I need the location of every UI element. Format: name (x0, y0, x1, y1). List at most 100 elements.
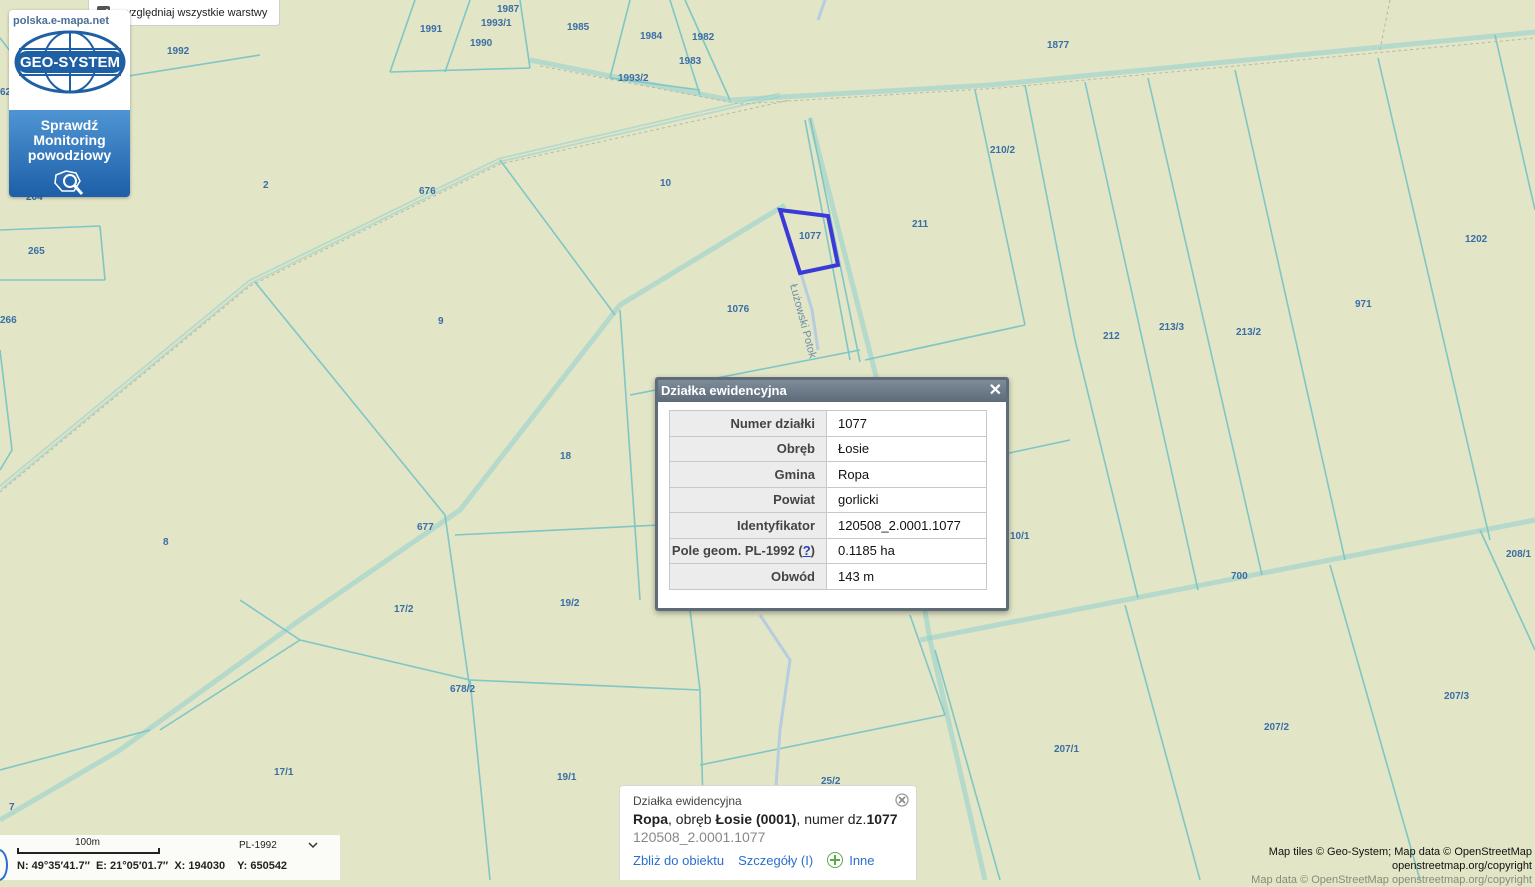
table-row: Powiat gorlicki (669, 486, 987, 513)
parcel-label: 211 (912, 219, 929, 230)
flood-line-1: Sprawdź (40, 117, 99, 133)
attr-key: Obwód (669, 563, 827, 590)
cursor-coordinates: N: 49°35′41.7″ E: 21°05′01.7″ X: 194030 … (17, 860, 288, 872)
parcel-label: 678/2 (450, 684, 475, 695)
projection-select[interactable]: PL-1992 (239, 840, 277, 851)
parcel-label: 17/1 (274, 767, 294, 778)
attr-value: Łosie (826, 435, 987, 462)
area-help-link[interactable]: ? (803, 543, 811, 558)
attr-value: 0.1185 ha (826, 537, 987, 564)
chevron-down-icon[interactable] (308, 840, 318, 850)
scale-coordinates-bar: 100m PL-1992 N: 49°35′41.7″ E: 21°05′01.… (0, 835, 340, 881)
parcel-label: 208/1 (1506, 549, 1531, 560)
parcel-label: 7 (9, 802, 15, 813)
flood-line-2: Monitoring (33, 132, 106, 148)
other-link[interactable]: Inne (849, 853, 874, 868)
parcel-label: 212 (1103, 331, 1120, 342)
parcel-label: 213/3 (1159, 322, 1184, 333)
parcel-label: 1076 (727, 304, 750, 315)
parcel-label: 971 (1355, 299, 1372, 310)
info-numer: 1077 (866, 811, 898, 827)
attr-value: 143 m (826, 563, 987, 590)
parcel-label: 676 (419, 186, 436, 197)
parcel-label: 10/1 (1010, 531, 1030, 542)
parcel-label: 1993/1 (481, 18, 512, 29)
parcel-label: 8 (163, 537, 169, 548)
table-row: Numer działki 1077 (669, 410, 987, 437)
attr-value: gorlicki (826, 486, 987, 513)
parcel-label: 1990 (470, 38, 493, 49)
attr-key-text: Pole geom. PL-1992 (671, 543, 795, 559)
info-close-icon[interactable] (895, 793, 909, 807)
location-icon[interactable] (0, 849, 8, 881)
details-link[interactable]: Szczegóły (I) (738, 853, 813, 868)
parcel-info-dialog: Działka ewidencyjna ✕ Numer działki 1077 … (655, 377, 1009, 611)
parcel-label: 1984 (640, 31, 663, 42)
attr-key: Gmina (669, 461, 827, 488)
parcel-label: 17/2 (394, 604, 414, 615)
parcel-label: 2 (263, 180, 269, 191)
geo-system-logo-panel[interactable]: polska.e-mapa.net GEO-SYSTEM Sprawdź Mon… (9, 10, 130, 197)
info-gmina: Ropa (633, 811, 668, 827)
brand-text: GEO-SYSTEM (19, 54, 119, 71)
parcel-label: 207/1 (1054, 744, 1079, 755)
parcel-label: 207/3 (1444, 691, 1469, 702)
info-links: Zbliż do obiektu Szczegóły (I) Inne (633, 852, 903, 868)
scale-bar (17, 848, 160, 854)
info-identifier: 120508_2.0001.1077 (633, 829, 766, 845)
parcel-label: 1077 (799, 231, 822, 242)
attribution-line-1: Map tiles © Geo-System; Map data © OpenS… (1268, 846, 1532, 858)
attr-key-area: Pole geom. PL-1992 (?) (669, 537, 827, 564)
parcel-label: 266 (0, 315, 17, 326)
dialog-title: Działka ewidencyjna (661, 383, 787, 398)
parcel-label: 1991 (420, 24, 443, 35)
parcel-label: 677 (417, 522, 434, 533)
parcel-attributes-table: Numer działki 1077 Obręb Łosie Gmina Ropa P… (669, 410, 987, 590)
attribution-ghost: Map data © OpenStreetMap openstreetmap.o… (1251, 874, 1532, 886)
plus-icon[interactable] (827, 852, 844, 868)
parcel-label: 1983 (679, 56, 702, 67)
attr-key: Identyfikator (669, 512, 827, 539)
attr-key: Powiat (669, 486, 827, 513)
dialog-titlebar[interactable]: Działka ewidencyjna ✕ (658, 380, 1006, 402)
attr-value: Ropa (826, 461, 987, 488)
all-layers-label: uwzględniaj wszystkie warstwy (117, 6, 268, 19)
flood-line-3: powodziowy (27, 147, 112, 163)
zoom-to-object-link[interactable]: Zbliż do obiektu (633, 853, 724, 868)
parcel-label: 1202 (1465, 234, 1488, 245)
parcel-label: 18 (560, 451, 572, 462)
attr-key: Numer działki (669, 410, 827, 437)
parcel-label: 700 (1231, 571, 1248, 582)
table-row: Gmina Ropa (669, 461, 987, 488)
parcel-label: 10 (660, 178, 672, 189)
parcel-label: 207/2 (1264, 722, 1289, 733)
info-numer-text: , numer dz. (796, 811, 867, 827)
site-name: polska.e-mapa.net (13, 15, 109, 27)
parcel-label: 9 (438, 316, 444, 327)
attr-value: 120508_2.0001.1077 (826, 512, 987, 539)
attr-value: 1077 (826, 410, 987, 437)
info-obreb-text: , obręb (668, 811, 716, 827)
table-row: Obręb Łosie (669, 435, 987, 462)
table-row: Pole geom. PL-1992 (?) 0.1185 ha (669, 537, 987, 564)
parcel-label: 1987 (497, 4, 520, 15)
parcel-label: 210/2 (990, 145, 1015, 156)
parcel-label: 1992 (167, 46, 190, 57)
parcel-label: 1877 (1047, 40, 1070, 51)
flood-monitoring-button[interactable]: Sprawdź Monitoring powodziowy (9, 110, 130, 197)
parcel-label: 1993/2 (618, 73, 649, 84)
attribution-line-2[interactable]: openstreetmap.org/copyright (1251, 859, 1532, 873)
parcel-label: 19/2 (560, 598, 580, 609)
parcel-label: 213/2 (1236, 327, 1261, 338)
scale-length: 100m (75, 837, 101, 848)
info-parcel-summary: Ropa, obręb Łosie (0001), numer dz.1077 (633, 811, 903, 827)
parcel-label: 265 (28, 246, 45, 257)
map-attribution: Map tiles © Geo-System; Map data © OpenS… (1251, 845, 1532, 887)
object-info-panel: Działka ewidencyjna Ropa, obręb Łosie (0… (619, 785, 917, 880)
attr-key: Obręb (669, 435, 827, 462)
parcel-label: 19/1 (557, 772, 577, 783)
table-row: Identyfikator 120508_2.0001.1077 (669, 512, 987, 539)
table-row: Obwód 143 m (669, 563, 987, 590)
parcel-label: 1982 (692, 32, 715, 43)
dialog-close-icon[interactable]: ✕ (989, 380, 1002, 402)
